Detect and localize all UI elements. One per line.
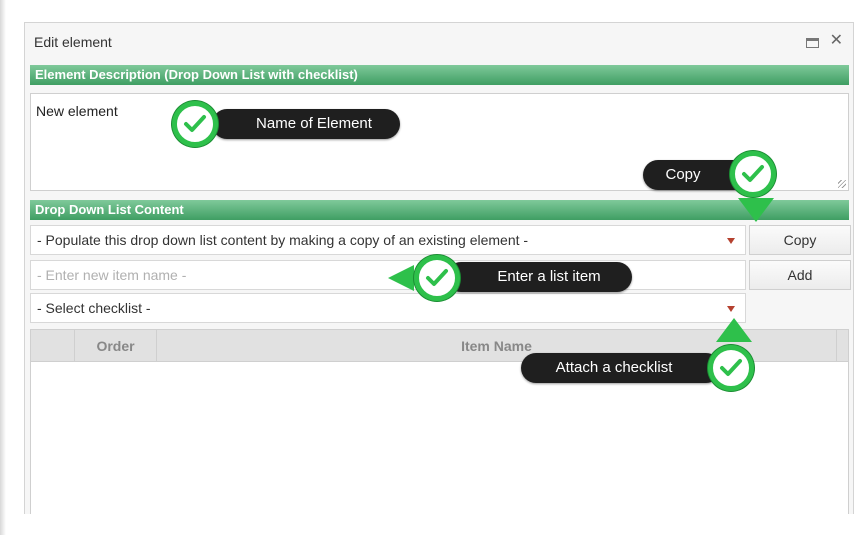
checkmark-icon <box>730 151 776 197</box>
checkmark-icon <box>414 255 460 301</box>
checklist-select-value: - Select checklist - <box>37 300 151 316</box>
callout-copy-pointer <box>738 198 774 222</box>
page-edge-shadow <box>0 0 6 535</box>
callout-checklist-pointer <box>716 318 752 342</box>
callout-name-of-element: Name of Element <box>212 109 400 139</box>
list-content-section-header: Drop Down List Content <box>30 200 849 220</box>
dialog-title: Edit element <box>34 34 112 50</box>
column-header-order[interactable]: Order <box>75 330 157 362</box>
populate-copy-select[interactable]: - Populate this drop down list content b… <box>30 225 746 255</box>
checkmark-icon <box>172 101 218 147</box>
copy-button[interactable]: Copy <box>749 225 851 255</box>
maximize-icon[interactable] <box>806 38 819 48</box>
close-icon[interactable]: ✕ <box>830 33 843 49</box>
populate-copy-select-value: - Populate this drop down list content b… <box>37 232 529 248</box>
chevron-down-icon <box>727 238 735 244</box>
table-header-blank <box>31 330 75 362</box>
description-section-header: Element Description (Drop Down List with… <box>30 65 849 85</box>
checkmark-icon <box>708 345 754 391</box>
new-item-placeholder: - Enter new item name - <box>37 267 187 283</box>
add-button[interactable]: Add <box>749 260 851 290</box>
callout-enter-item-pointer <box>388 265 414 291</box>
resize-grip-icon[interactable] <box>838 180 846 188</box>
element-description-value: New element <box>36 103 118 119</box>
callout-enter-list-item: Enter a list item <box>446 262 632 292</box>
dialog-titlebar: Edit element ✕ <box>25 23 853 60</box>
checklist-select[interactable]: - Select checklist - <box>30 293 746 323</box>
chevron-down-icon <box>727 306 735 312</box>
callout-attach-checklist: Attach a checklist <box>521 353 721 383</box>
